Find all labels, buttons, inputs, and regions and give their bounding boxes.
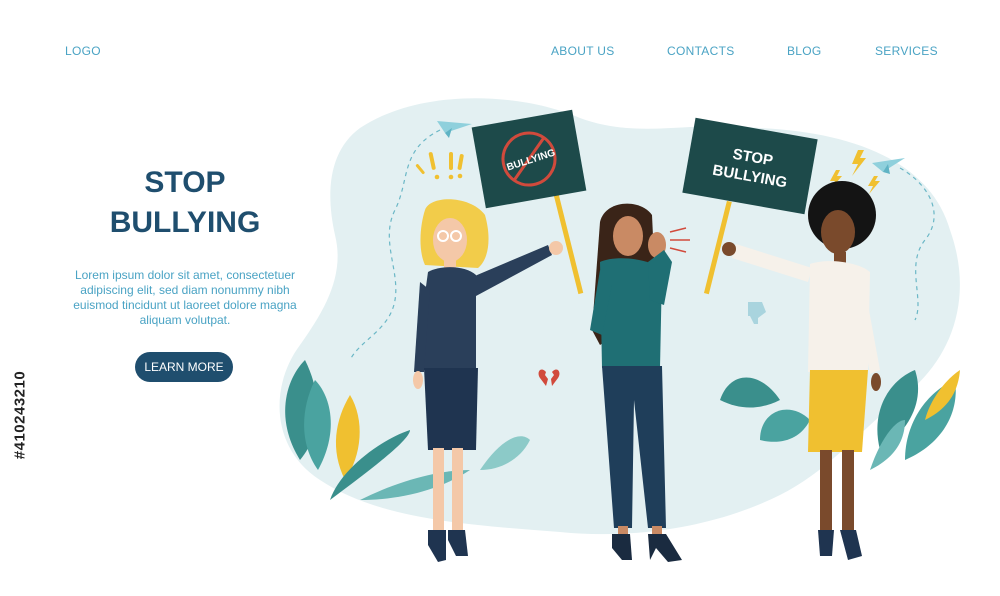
hero-title-line1: STOP	[144, 166, 226, 199]
nav-services[interactable]: SERVICES	[875, 44, 938, 58]
learn-more-button[interactable]: LEARN MORE	[135, 352, 233, 382]
hero-description: Lorem ipsum dolor sit amet, consectetuer…	[73, 268, 297, 327]
nav-blog[interactable]: BLOG	[787, 44, 822, 58]
logo-link[interactable]: LOGO	[65, 44, 101, 58]
nav-about-us[interactable]: ABOUT US	[551, 44, 615, 58]
nav-contacts[interactable]: CONTACTS	[667, 44, 735, 58]
stock-id-text: #410243210	[11, 370, 29, 460]
stock-watermark: #410243210	[8, 360, 32, 470]
hero-title: STOP BULLYING	[60, 163, 310, 243]
hero-title-line2: BULLYING	[109, 206, 261, 239]
